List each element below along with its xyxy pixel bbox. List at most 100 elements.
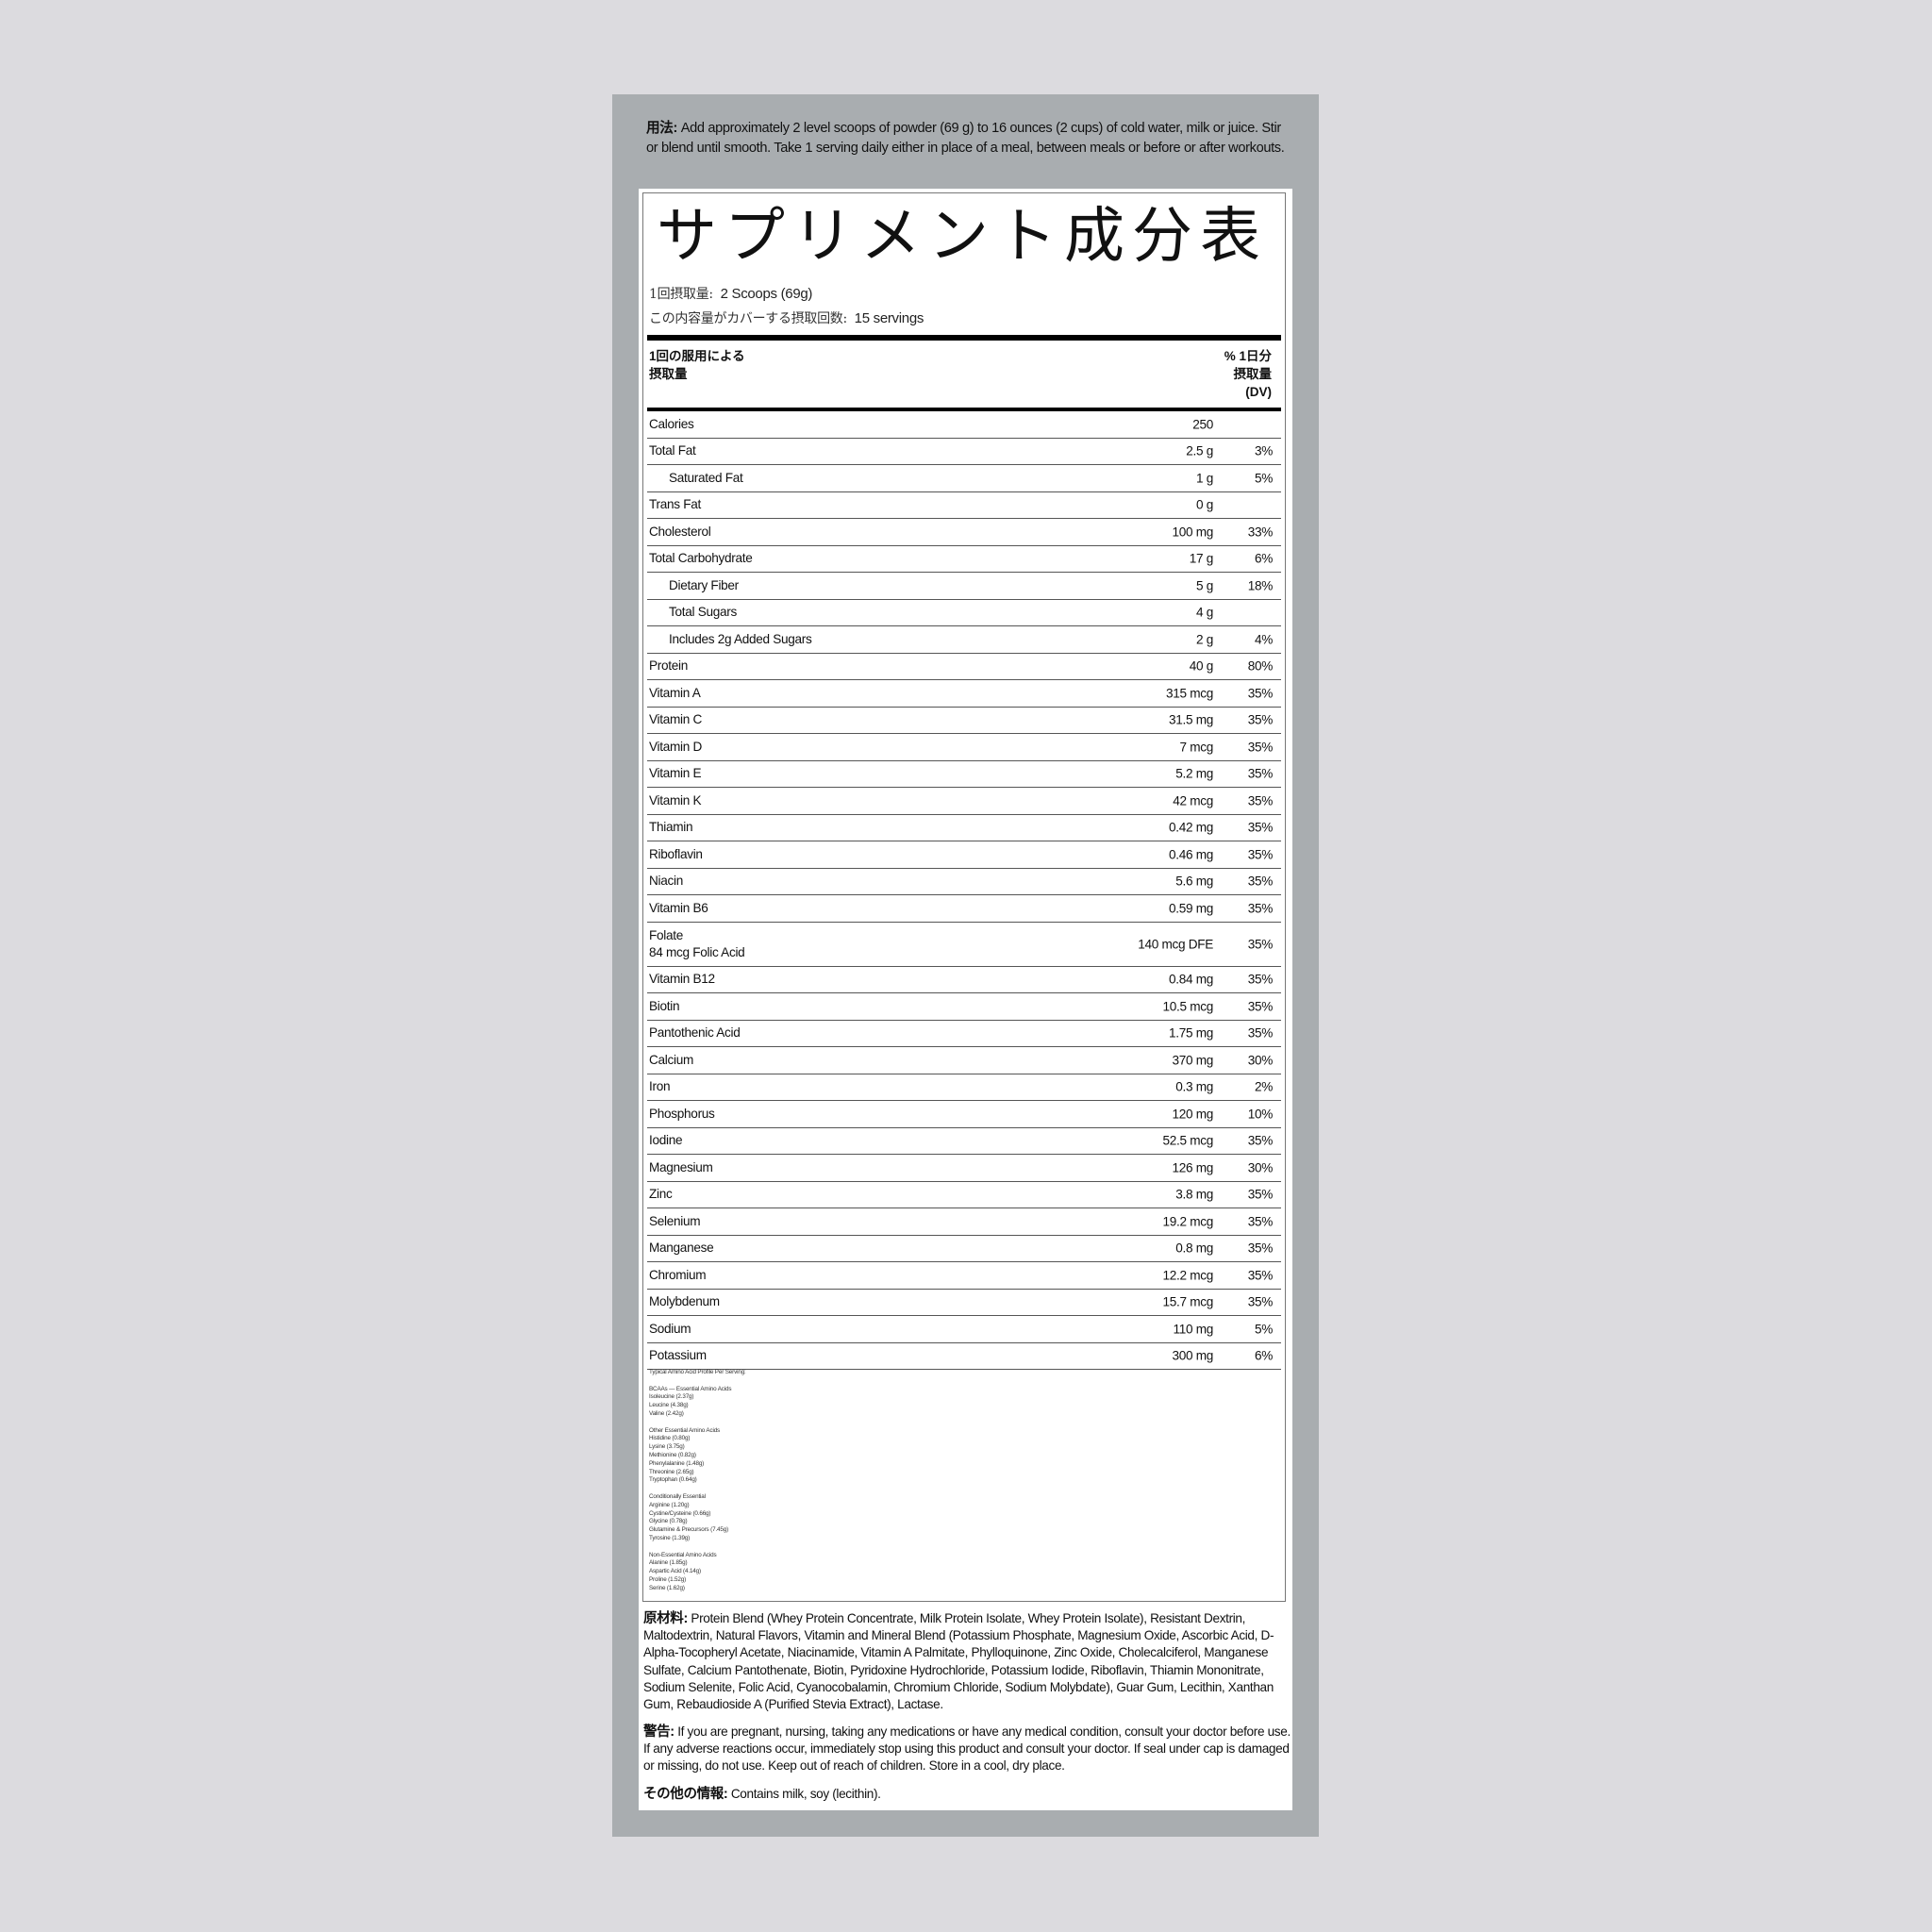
- nutrient-daily-value: 4%: [1254, 632, 1273, 647]
- nutrient-row: Iodine 52.5 mcg 35%: [647, 1128, 1281, 1155]
- nutrient-name-text: Total Carbohydrate: [649, 551, 753, 566]
- nutrient-name-text: Vitamin B6: [649, 900, 708, 915]
- nutrient-name: Protein: [649, 658, 688, 675]
- nutrient-name: Folate 84 mcg Folic Acid: [649, 927, 745, 961]
- nutrient-name: Vitamin B6: [649, 900, 708, 917]
- nutrient-name-text: Magnesium: [649, 1159, 713, 1174]
- header-left-line2: 摂取量: [649, 367, 688, 381]
- nutrient-name-text: Niacin: [649, 874, 683, 889]
- facts-title: サプリメント成分表: [657, 202, 1268, 272]
- nutrient-name-text: Zinc: [649, 1187, 673, 1202]
- nutrient-name-text: Protein: [649, 658, 688, 674]
- nutrient-amount: 7 mcg: [1179, 740, 1213, 755]
- nutrient-name-text: Vitamin B12: [649, 972, 715, 987]
- amino-item: Glycine (0.78g): [649, 1518, 688, 1525]
- nutrient-name: Potassium: [649, 1347, 707, 1364]
- nutrient-name: Total Carbohydrate: [649, 550, 753, 567]
- nutrient-daily-value: 33%: [1247, 525, 1274, 540]
- ingredients-label: 原材料:: [643, 1611, 688, 1626]
- amino-item: Arginine (1.20g): [649, 1501, 690, 1508]
- nutrient-name: Chromium: [649, 1267, 707, 1284]
- other-info: その他の情報: Contains milk, soy (lecithin).: [643, 1786, 1291, 1803]
- nutrient-name-text: Calcium: [649, 1052, 693, 1067]
- nutrient-name-text: Molybdenum: [649, 1294, 720, 1309]
- nutrient-amount: 0.42 mg: [1168, 820, 1213, 835]
- nutrient-daily-value: 18%: [1247, 578, 1274, 593]
- amino-item: Threonine (2.65g): [649, 1468, 694, 1475]
- nutrient-name: Dietary Fiber: [669, 577, 739, 594]
- nutrient-row: Niacin 5.6 mg 35%: [647, 869, 1281, 895]
- other-info-label: その他の情報:: [643, 1787, 728, 1802]
- nutrient-daily-value: 35%: [1247, 1294, 1274, 1309]
- nutrient-amount: 1.75 mg: [1168, 1025, 1213, 1041]
- nutrient-name: Vitamin E: [649, 765, 702, 782]
- amino-item: Valine (2.42g): [649, 1409, 684, 1417]
- nutrient-daily-value: 5%: [1254, 471, 1273, 486]
- nutrient-subname: 84 mcg Folic Acid: [649, 944, 745, 959]
- nutrient-daily-value: 35%: [1247, 1214, 1274, 1229]
- amino-item: Tyrosine (1.39g): [649, 1534, 691, 1541]
- other-info-text: Contains milk, soy (lecithin).: [730, 1787, 881, 1801]
- nutrient-daily-value: 30%: [1247, 1160, 1274, 1175]
- amino-item: Histidine (0.80g): [649, 1435, 691, 1442]
- nutrient-amount: 100 mg: [1172, 525, 1213, 540]
- nutrient-amount: 5.2 mg: [1175, 766, 1213, 781]
- nutrient-name-text: Folate: [649, 927, 683, 942]
- nutrient-row: Dietary Fiber 5 g 18%: [647, 573, 1281, 600]
- nutrient-amount: 2 g: [1196, 632, 1213, 647]
- amino-item: Serine (1.62g): [649, 1584, 685, 1591]
- nutrient-name: Calories: [649, 416, 694, 433]
- nutrient-amount: 3.8 mg: [1175, 1187, 1213, 1202]
- nutrient-daily-value: 35%: [1247, 1268, 1274, 1283]
- nutrient-amount: 31.5 mg: [1168, 712, 1213, 727]
- directions-text: Add approximately 2 level scoops of powd…: [646, 121, 1285, 156]
- amino-item: Isoleucine (2.37g): [649, 1393, 694, 1401]
- nutrient-row: Vitamin E 5.2 mg 35%: [647, 761, 1281, 788]
- nutrient-name-text: Iron: [649, 1079, 671, 1094]
- nutrient-daily-value: 10%: [1247, 1107, 1274, 1122]
- nutrient-daily-value: 80%: [1247, 658, 1274, 674]
- directions-label: 用法:: [646, 121, 677, 136]
- serving-size-value: 2 Scoops (69g): [720, 286, 813, 302]
- nutrient-daily-value: 35%: [1247, 901, 1274, 916]
- amino-item: Tryptophan (0.64g): [649, 1476, 697, 1484]
- nutrient-amount: 140 mcg DFE: [1138, 937, 1213, 951]
- nutrient-name-text: Selenium: [649, 1213, 701, 1228]
- nutrient-amount: 5.6 mg: [1175, 874, 1213, 889]
- nutrient-name: Zinc: [649, 1186, 673, 1203]
- nutrient-amount: 0.8 mg: [1175, 1241, 1213, 1256]
- nutrient-daily-value: 3%: [1254, 443, 1273, 458]
- nutrient-name-text: Biotin: [649, 998, 680, 1013]
- nutrient-row: Trans Fat 0 g: [647, 492, 1281, 519]
- amino-item: Alanine (1.85g): [649, 1559, 688, 1567]
- nutrient-row: Calories 250: [647, 411, 1281, 439]
- nutrient-name: Total Fat: [649, 442, 696, 459]
- directions: 用法: Add approximately 2 level scoops of …: [646, 119, 1288, 158]
- nutrient-amount: 300 mg: [1172, 1348, 1213, 1363]
- nutrient-row: Vitamin B12 0.84 mg 35%: [647, 967, 1281, 993]
- nutrient-name-text: Chromium: [649, 1267, 707, 1282]
- nutrient-name-text: Manganese: [649, 1241, 714, 1256]
- nutrient-name: Pantothenic Acid: [649, 1024, 741, 1041]
- nutrient-amount: 42 mcg: [1173, 793, 1213, 808]
- nutrient-name: Manganese: [649, 1240, 714, 1257]
- amino-group: BCAAs — Essential Amino Acids Isoleucine …: [649, 1386, 746, 1419]
- nutrient-daily-value: 35%: [1247, 740, 1274, 755]
- nutrient-amount: 120 mg: [1172, 1107, 1213, 1122]
- nutrient-name-text: Riboflavin: [649, 846, 703, 861]
- amino-title: Typical Amino Acid Profile Per Serving:: [649, 1369, 746, 1375]
- servings-per-container: この内容量がカバーする摂取回数: 15 servings: [649, 308, 924, 327]
- nutrient-amount: 250: [1192, 417, 1213, 432]
- nutrient-row: Iron 0.3 mg 2%: [647, 1074, 1281, 1101]
- nutrient-row: Total Fat 2.5 g 3%: [647, 439, 1281, 465]
- amino-item: Cystine/Cysteine (0.66g): [649, 1509, 711, 1517]
- nutrient-daily-value: 35%: [1247, 972, 1274, 987]
- nutrient-row: Chromium 12.2 mcg 35%: [647, 1262, 1281, 1290]
- nutrient-daily-value: 35%: [1247, 1133, 1274, 1148]
- nutrient-amount: 315 mcg: [1165, 686, 1213, 701]
- nutrient-amount: 10.5 mcg: [1162, 999, 1213, 1014]
- nutrient-name-text: Saturated Fat: [669, 470, 743, 485]
- nutrient-row: Vitamin A 315 mcg 35%: [647, 680, 1281, 708]
- nutrient-amount: 2.5 g: [1186, 443, 1213, 458]
- nutrient-row: Calcium 370 mg 30%: [647, 1047, 1281, 1074]
